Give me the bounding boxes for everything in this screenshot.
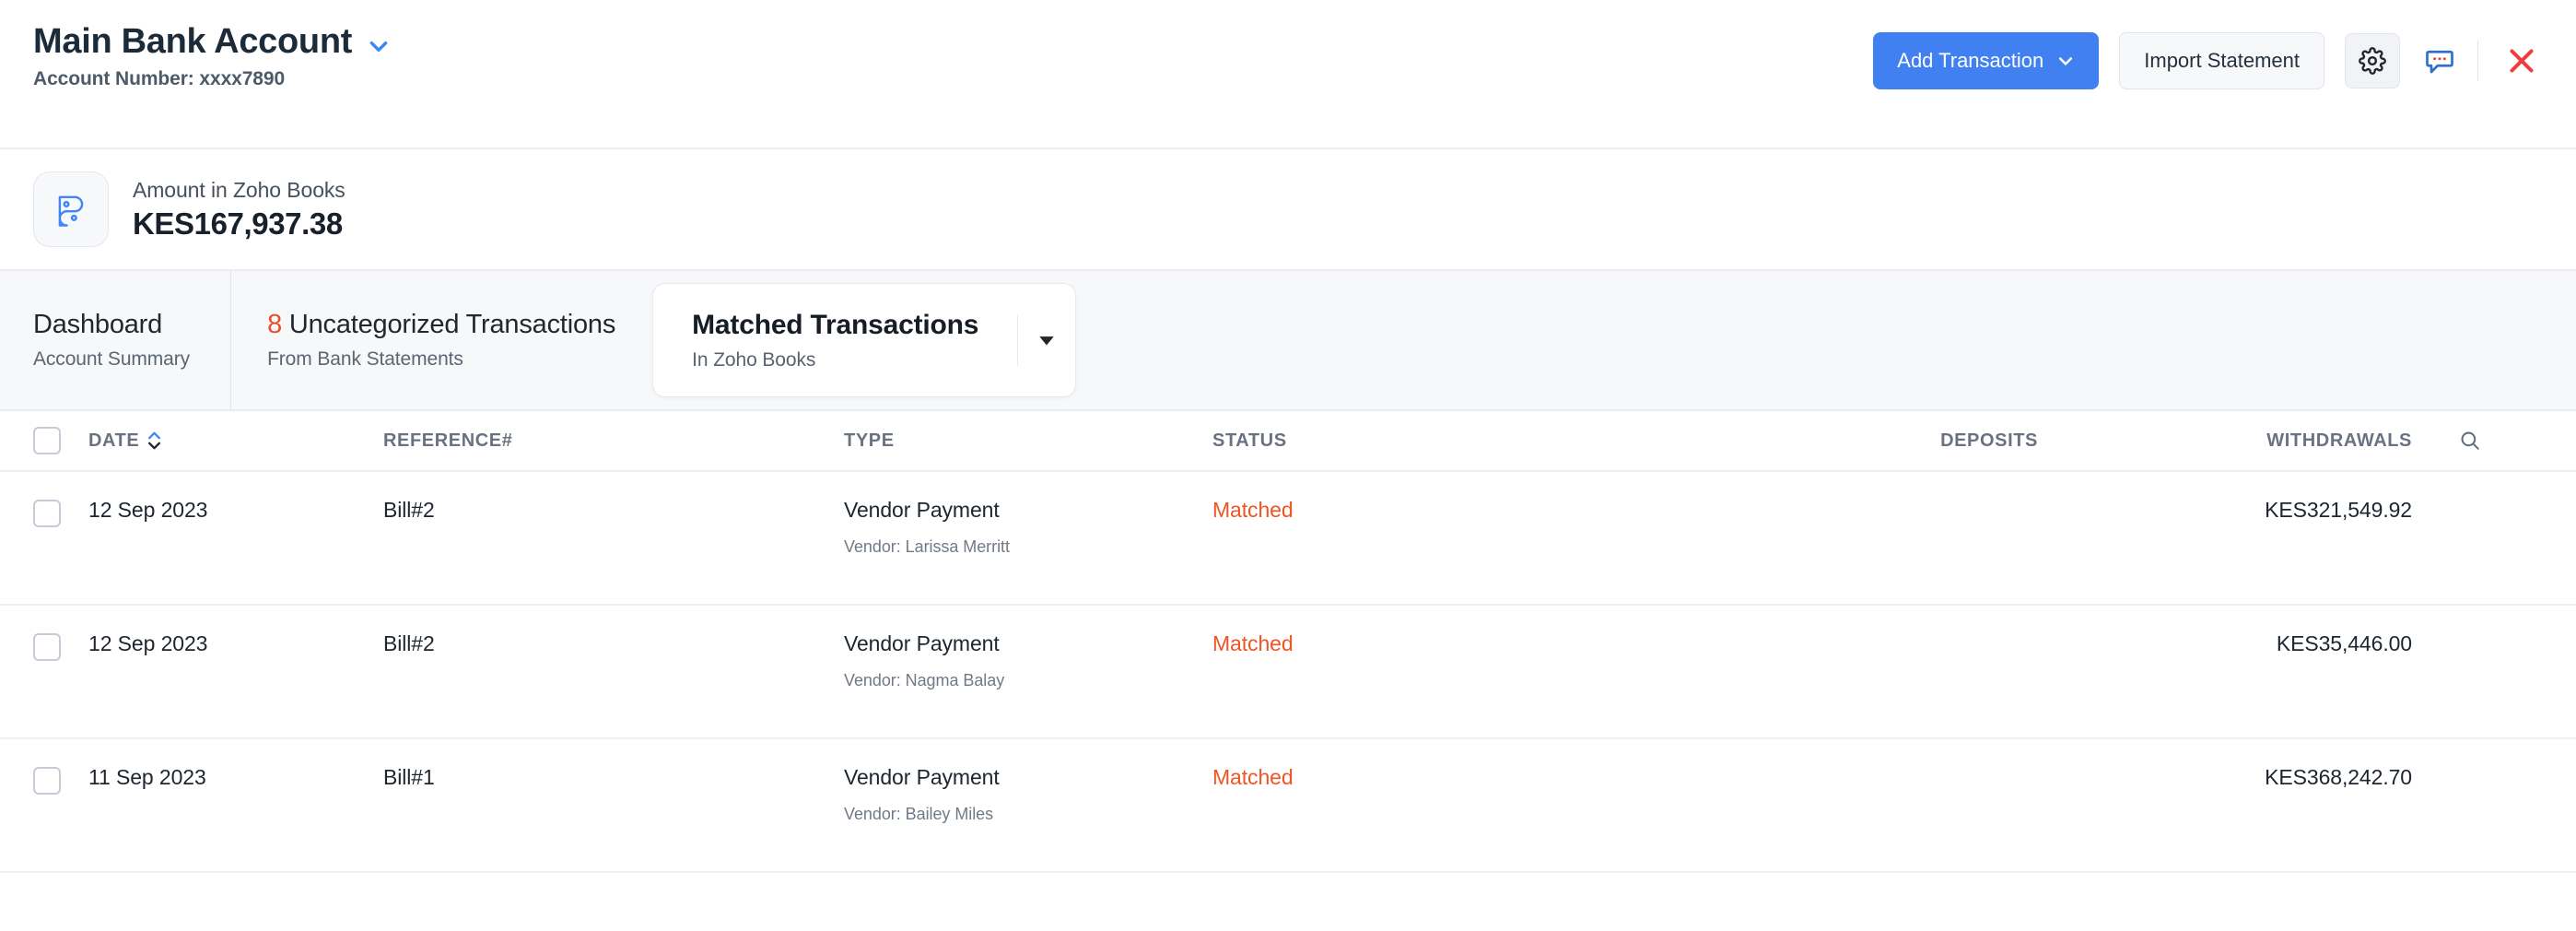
comments-button[interactable]: [2418, 40, 2461, 82]
add-transaction-label: Add Transaction: [1897, 49, 2044, 72]
tab-dashboard[interactable]: Dashboard Account Summary: [0, 271, 230, 409]
tab-matched-transactions[interactable]: Matched Transactions In Zoho Books: [652, 283, 1077, 397]
column-date[interactable]: DATE: [88, 430, 383, 452]
uncategorized-count: 8: [267, 310, 282, 339]
tab-bar: Dashboard Account Summary 8 Uncategorize…: [0, 271, 2576, 411]
cell-type-vendor: Vendor: Larissa Merritt: [844, 537, 1010, 557]
account-info: Main Bank Account Account Number: xxxx78…: [33, 22, 391, 90]
cell-type: Vendor Payment Vendor: Larissa Merritt: [844, 498, 1212, 557]
tab-matched-texts: Matched Transactions In Zoho Books: [692, 310, 978, 371]
cell-withdrawals: KES35,446.00: [2276, 631, 2412, 655]
cell-type: Vendor Payment Vendor: Nagma Balay: [844, 631, 1212, 690]
page-header: Main Bank Account Account Number: xxxx78…: [0, 0, 2576, 149]
column-date-sort[interactable]: DATE: [88, 430, 383, 452]
cell-type-label: Vendor Payment: [844, 498, 1000, 522]
sort-chevrons-icon[interactable]: [147, 431, 161, 450]
cell-date: 11 Sep 2023: [88, 765, 206, 789]
tab-uncategorized-title: 8 Uncategorized Transactions: [267, 310, 615, 340]
row-select-cell: [0, 631, 88, 661]
status-badge: Matched: [1212, 498, 1294, 522]
tab-matched-title: Matched Transactions: [692, 309, 979, 340]
select-all-checkbox[interactable]: [33, 427, 61, 454]
amount-summary-bar: Amount in Zoho Books KES167,937.38: [0, 149, 2576, 271]
tab-dashboard-subtitle: Account Summary: [33, 348, 191, 370]
cell-reference: Bill#1: [383, 765, 435, 789]
search-cell: [2438, 429, 2576, 453]
table-row[interactable]: 11 Sep 2023 Bill#1 Vendor Payment Vendor…: [0, 739, 2576, 873]
cell-type-vendor: Vendor: Nagma Balay: [844, 671, 1005, 690]
amount-text-block: Amount in Zoho Books KES167,937.38: [133, 178, 345, 242]
column-status[interactable]: STATUS: [1212, 430, 1710, 452]
cell-status: Matched: [1212, 631, 1710, 656]
tab-uncategorized-transactions[interactable]: 8 Uncategorized Transactions From Bank S…: [230, 271, 652, 409]
column-deposits[interactable]: DEPOSITS: [1710, 430, 2069, 452]
tab-dashboard-title: Dashboard: [33, 310, 163, 339]
close-button[interactable]: [2499, 38, 2545, 84]
column-date-label: DATE: [88, 430, 140, 451]
tab-matched-dropdown-button[interactable]: [1018, 284, 1075, 396]
import-statement-label: Import Statement: [2144, 49, 2300, 72]
row-checkbox[interactable]: [33, 500, 61, 527]
cell-reference: Bill#2: [383, 631, 435, 655]
column-withdrawals[interactable]: WITHDRAWALS: [2069, 430, 2438, 452]
tab-uncategorized-label: Uncategorized Transactions: [288, 310, 616, 339]
status-badge: Matched: [1212, 631, 1294, 655]
row-checkbox[interactable]: [33, 633, 61, 661]
caret-down-icon: [1036, 330, 1057, 350]
status-badge: Matched: [1212, 765, 1294, 789]
settings-button[interactable]: [2345, 33, 2400, 88]
gear-icon: [2359, 47, 2386, 75]
zoho-books-icon: [33, 171, 109, 247]
table-row[interactable]: 12 Sep 2023 Bill#2 Vendor Payment Vendor…: [0, 606, 2576, 739]
cell-withdrawals: KES321,549.92: [2265, 498, 2412, 522]
table-body: 12 Sep 2023 Bill#2 Vendor Payment Vendor…: [0, 472, 2576, 873]
row-select-cell: [0, 765, 88, 795]
cell-status: Matched: [1212, 498, 1710, 523]
row-checkbox[interactable]: [33, 767, 61, 795]
import-statement-button[interactable]: Import Statement: [2119, 32, 2324, 89]
tab-matched-subtitle: In Zoho Books: [692, 348, 816, 371]
cell-reference: Bill#2: [383, 498, 435, 522]
close-x-icon: [2505, 44, 2538, 77]
chevron-down-icon[interactable]: [367, 34, 391, 58]
tab-uncategorized-subtitle: From Bank Statements: [267, 348, 463, 370]
select-all-cell: [0, 427, 88, 454]
cell-type: Vendor Payment Vendor: Bailey Miles: [844, 765, 1212, 824]
account-title-row[interactable]: Main Bank Account: [33, 22, 391, 61]
search-icon[interactable]: [2458, 429, 2482, 453]
header-actions: Add Transaction Import Statement: [1873, 24, 2545, 89]
column-type[interactable]: TYPE: [844, 430, 1212, 452]
header-divider: [2477, 41, 2478, 81]
cell-date: 12 Sep 2023: [88, 631, 208, 655]
cell-date: 12 Sep 2023: [88, 498, 208, 522]
cell-type-label: Vendor Payment: [844, 765, 1000, 789]
bank-account-page: Main Bank Account Account Number: xxxx78…: [0, 0, 2576, 931]
table-row[interactable]: 12 Sep 2023 Bill#2 Vendor Payment Vendor…: [0, 472, 2576, 606]
amount-label: Amount in Zoho Books: [133, 177, 345, 202]
page-title: Main Bank Account: [33, 22, 353, 61]
table-header: DATE REFERENCE# TYPE STATUS DEPOSITS WIT…: [0, 411, 2576, 472]
cell-type-vendor: Vendor: Bailey Miles: [844, 805, 994, 824]
row-select-cell: [0, 498, 88, 527]
comment-bubble-icon: [2423, 44, 2456, 77]
cell-status: Matched: [1212, 765, 1710, 790]
account-number: Account Number: xxxx7890: [33, 67, 286, 89]
cell-type-label: Vendor Payment: [844, 631, 1000, 655]
column-reference[interactable]: REFERENCE#: [383, 430, 844, 452]
cell-withdrawals: KES368,242.70: [2265, 765, 2412, 789]
amount-value: KES167,937.38: [133, 206, 343, 241]
add-transaction-button[interactable]: Add Transaction: [1873, 32, 2100, 89]
chevron-down-icon: [2056, 52, 2075, 70]
